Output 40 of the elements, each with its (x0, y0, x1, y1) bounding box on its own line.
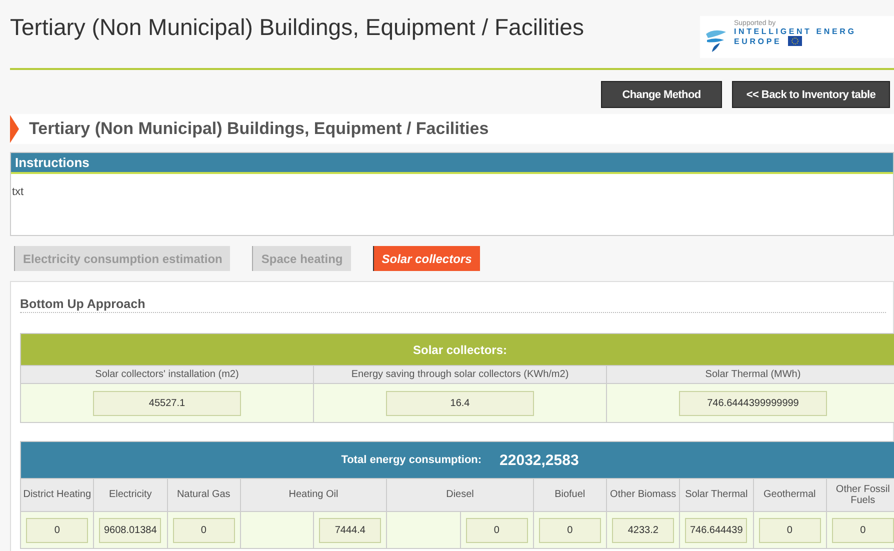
column-header: Heating Oil (240, 478, 387, 512)
column-header: Electricity (94, 478, 167, 512)
panel-title: Instructions (11, 153, 893, 174)
total-label: Total energy consumption: (341, 454, 482, 466)
column-header: Diesel (386, 478, 534, 512)
column-header: Solar Thermal (MWh) (606, 366, 894, 384)
subsection-title: Bottom Up Approach (20, 282, 886, 313)
value-field[interactable]: 0 (758, 518, 821, 542)
value-field[interactable]: 9608.01384 (99, 518, 162, 542)
arrow-marker-icon (10, 115, 19, 143)
value-field[interactable]: 45527.1 (93, 390, 241, 416)
value-field[interactable]: 7444.4 (319, 518, 382, 542)
value-field[interactable]: 0 (172, 518, 235, 542)
column-header: District Heating (20, 478, 94, 512)
column-header: Other Biomass (606, 478, 680, 512)
column-header: Energy saving through solar collectors (KWh/m2) (314, 366, 606, 384)
value-field[interactable]: 746.6444399999999 (679, 390, 827, 416)
value-field[interactable]: 4233.2 (612, 518, 674, 542)
column-header: Other Fossil Fuels (826, 478, 894, 512)
table-title: Solar collectors: (20, 334, 894, 366)
action-button[interactable]: Change Method (601, 81, 722, 108)
value-field[interactable]: 0 (466, 518, 528, 542)
action-button[interactable]: << Back to Inventory table (732, 81, 890, 108)
instructions-text: txt (11, 185, 25, 198)
logo-text: INTELLIGENT ENERG (734, 27, 856, 36)
flag-icon (788, 36, 802, 46)
column-header: Biofuel (533, 478, 606, 512)
page-title: Tertiary (Non Municipal) Buildings, Equipment / Facilities (10, 14, 584, 41)
value-field[interactable]: 0 (538, 518, 601, 542)
logo-text: EUROPE (734, 36, 782, 46)
value-field[interactable]: 0 (832, 518, 894, 542)
column-header: Solar collectors' installation (m2) (20, 366, 314, 384)
total-value: 22032,2583 (500, 452, 579, 468)
value-field[interactable]: 0 (26, 518, 88, 542)
value-field[interactable]: 16.4 (386, 390, 534, 416)
column-header: Natural Gas (167, 478, 240, 512)
column-header: Solar Thermal (680, 478, 753, 512)
column-header: Geothermal (753, 478, 826, 512)
value-field[interactable]: 746.644439 (685, 518, 748, 542)
section-title: Tertiary (Non Municipal) Buildings, Equipment / Facilities (29, 119, 489, 139)
